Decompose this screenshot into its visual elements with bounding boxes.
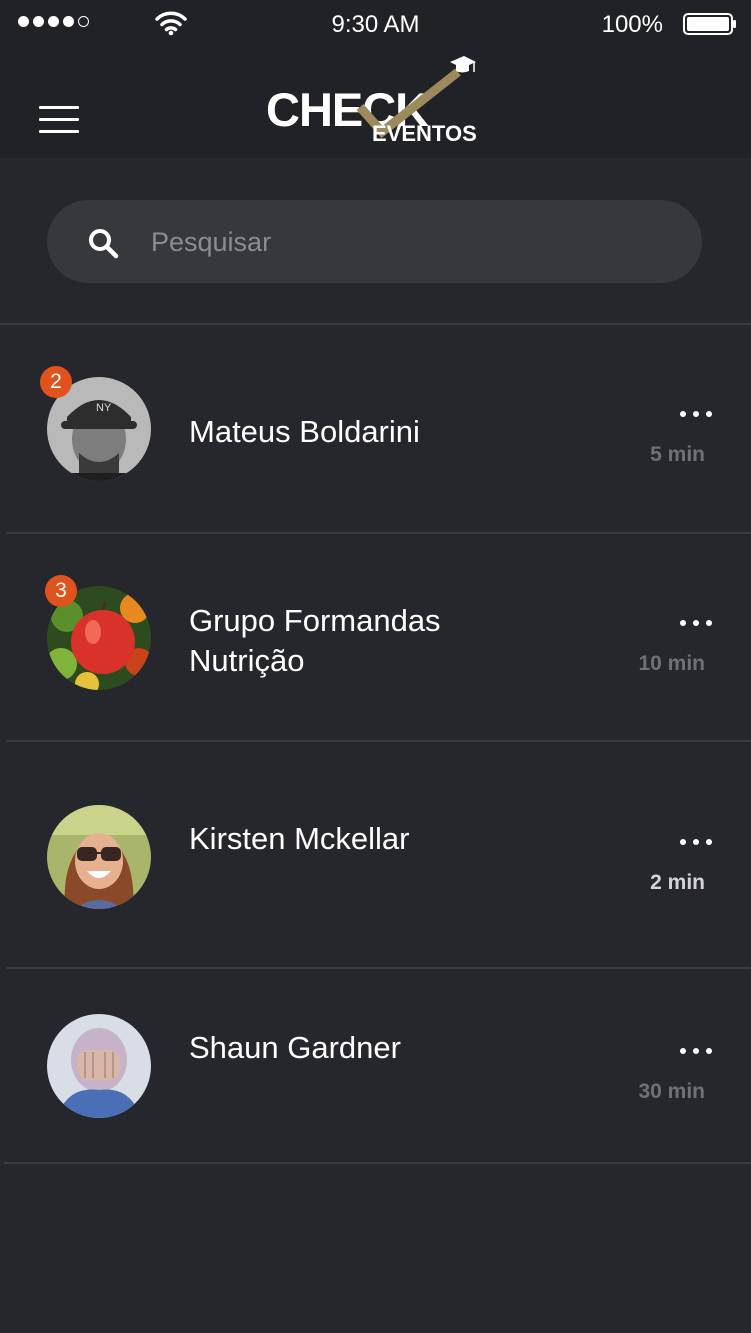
conversation-name: Shaun Gardner xyxy=(189,1030,401,1065)
app-logo: CHECK EVENTOS xyxy=(262,52,482,152)
search-input[interactable] xyxy=(149,220,673,265)
logo-text-eventos: EVENTOS xyxy=(372,121,477,146)
unread-badge: 2 xyxy=(40,366,72,398)
conversation-item[interactable]: 3 Grupo Formandas Nutrição 10 min xyxy=(0,535,751,741)
conversation-name: Grupo Formandas Nutrição xyxy=(189,603,441,678)
divider xyxy=(0,323,751,325)
conversation-item[interactable]: NY 2 Mateus Boldarini 5 min xyxy=(0,326,751,532)
conversation-time: 2 min xyxy=(650,871,705,894)
divider xyxy=(6,532,751,534)
conversation-time: 10 min xyxy=(638,652,705,675)
status-bar: 9:30 AM 100% xyxy=(0,0,751,48)
search-icon xyxy=(89,229,119,259)
svg-text:NY: NY xyxy=(96,402,112,414)
avatar xyxy=(47,805,151,909)
conversation-item[interactable]: Shaun Gardner 30 min xyxy=(0,953,751,1159)
conversation-name: Kirsten Mckellar xyxy=(189,821,410,856)
search-bar[interactable] xyxy=(47,200,702,283)
divider xyxy=(6,740,751,742)
avatar xyxy=(47,1014,151,1118)
more-options-icon[interactable] xyxy=(680,835,714,849)
more-options-icon[interactable] xyxy=(680,1044,714,1058)
battery-percentage: 100% xyxy=(601,11,663,38)
conversation-time: 5 min xyxy=(650,443,705,466)
unread-badge: 3 xyxy=(45,575,77,607)
divider xyxy=(4,1162,751,1164)
conversation-item[interactable]: Kirsten Mckellar 2 min xyxy=(0,744,751,950)
hamburger-menu-icon[interactable] xyxy=(39,106,79,134)
more-options-icon[interactable] xyxy=(680,616,714,630)
app-header: CHECK EVENTOS xyxy=(0,48,751,158)
conversation-name: Mateus Boldarini xyxy=(189,414,420,449)
battery-icon xyxy=(683,13,736,35)
conversation-time: 30 min xyxy=(638,1080,705,1103)
more-options-icon[interactable] xyxy=(680,407,714,421)
